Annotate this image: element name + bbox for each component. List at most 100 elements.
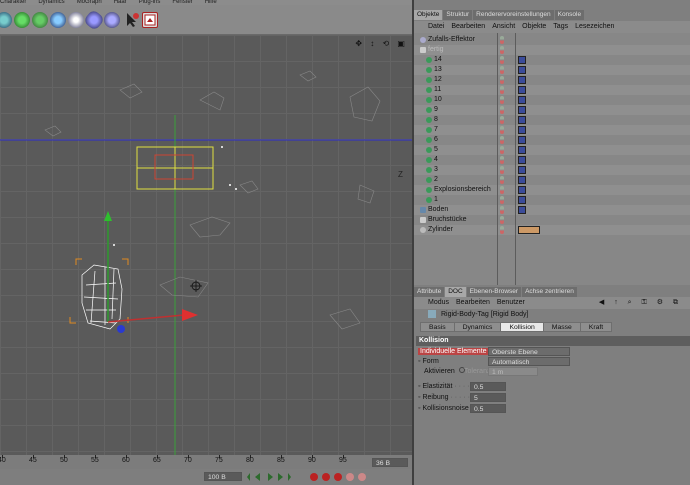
menu-item-modus[interactable]: Modus [428,299,449,306]
object-row[interactable]: 13 [414,65,690,75]
render-view-icon[interactable] [142,12,158,28]
tab-konsole[interactable]: Konsole [554,10,585,20]
object-row[interactable]: 1 [414,195,690,205]
rigid-body-tag-icon[interactable] [518,106,526,114]
timeline-ruler[interactable]: 40 45 50 55 60 65 70 75 80 85 90 95 [0,455,412,469]
visibility-dots-icon[interactable] [500,36,504,44]
menu-item-bearbeiten[interactable]: Bearbeiten [456,299,490,306]
menu-item-benutzer[interactable]: Benutzer [497,299,525,306]
visibility-dots-icon[interactable] [500,96,504,104]
visibility-dots-icon[interactable] [500,136,504,144]
tab-struktur[interactable]: Struktur [443,10,473,20]
subtab-masse[interactable]: Masse [542,322,581,332]
subtab-kraft[interactable]: Kraft [579,322,613,332]
elastizitaet-field[interactable]: 0.5 [470,382,506,391]
object-row[interactable]: 4 [414,155,690,165]
tab-achse-zentrieren[interactable]: Achse zentrieren [522,287,577,297]
object-row[interactable]: 9 [414,105,690,115]
rigid-body-tag-icon[interactable] [518,156,526,164]
object-row[interactable]: fertig [414,45,690,55]
object-row[interactable]: 12 [414,75,690,85]
rigid-body-tag-icon[interactable] [518,56,526,64]
visibility-dots-icon[interactable] [500,226,504,234]
menu-item-tags[interactable]: Tags [553,23,568,30]
reibung-field[interactable]: 5 [470,393,506,402]
visibility-dots-icon[interactable] [500,206,504,214]
tab-renderervoreinstellungen[interactable]: Renderervoreinstellungen [473,10,554,20]
frame-count-field[interactable]: 100 B [204,472,242,481]
scale-tool-icon[interactable] [32,12,48,28]
visibility-dots-icon[interactable] [500,216,504,224]
menu-item-ansicht[interactable]: Ansicht [492,23,515,30]
visibility-dots-icon[interactable] [500,116,504,124]
rigid-body-tag-icon[interactable] [518,66,526,74]
capsule-icon[interactable] [82,8,106,32]
tab-ebenen-browser[interactable]: Ebenen-Browser [466,287,522,297]
3d-viewport[interactable]: ✥ ↕ ⟲ ▣ Z [0,35,412,455]
visibility-dots-icon[interactable] [500,146,504,154]
rigid-body-tag-icon[interactable] [518,206,526,214]
move-tool-icon[interactable] [0,12,12,28]
tab-doc[interactable]: DOC [445,287,466,297]
rigid-body-tag-icon[interactable] [518,166,526,174]
rigid-body-tag-icon[interactable] [518,116,526,124]
object-row[interactable]: 2 [414,175,690,185]
object-row[interactable]: Zufalls-Effektor [414,35,690,45]
rigid-body-tag-icon[interactable] [518,136,526,144]
rigid-body-tag-icon[interactable] [518,196,526,204]
menu-item-objekte[interactable]: Objekte [522,23,546,30]
object-row[interactable]: 7 [414,125,690,135]
rigid-body-tag-icon[interactable] [518,176,526,184]
object-row[interactable]: Explosionsbereich [414,185,690,195]
rigid-body-tag-icon[interactable] [518,226,540,234]
object-row[interactable]: 10 [414,95,690,105]
rigid-body-tag-icon[interactable] [518,76,526,84]
visibility-dots-icon[interactable] [500,46,504,54]
menu-item-lesezeichen[interactable]: Lesezeichen [575,23,614,30]
individuelle-elemente-dropdown[interactable]: Oberste Ebene [488,347,570,356]
rotate-tool-icon[interactable] [14,12,30,28]
rigid-body-tag-icon[interactable] [518,86,526,94]
visibility-dots-icon[interactable] [500,66,504,74]
subtab-basis[interactable]: Basis [420,322,455,332]
object-row[interactable]: Boden [414,205,690,215]
subtab-kollision[interactable]: Kollision [500,322,544,332]
cloner-icon[interactable] [50,12,66,28]
rigid-body-tag-icon[interactable] [518,146,526,154]
visibility-dots-icon[interactable] [500,186,504,194]
playback-controls[interactable] [246,470,376,484]
rigid-body-tag-icon[interactable] [518,186,526,194]
viewport-nav-icons[interactable]: ✥ ↕ ⟲ ▣ [355,39,408,48]
cursor-select-icon[interactable] [124,12,140,28]
object-row[interactable]: 11 [414,85,690,95]
attribute-nav-icons[interactable]: ◀ ↑ ⌕ ⚿ ⚙ ⧉ [599,297,682,309]
visibility-dots-icon[interactable] [500,126,504,134]
visibility-dots-icon[interactable] [500,176,504,184]
menu-item-datei[interactable]: Datei [428,23,444,30]
object-list[interactable]: Zufalls-Effektor fertig 14 13 12 11 10 9 8 7 6 5 4 3 2… [414,33,690,285]
visibility-dots-icon[interactable] [500,166,504,174]
toleranz-field[interactable]: 1 m [488,367,538,376]
menu-item-bearbeiten[interactable]: Bearbeiten [451,23,485,30]
kollisionsnoise-field[interactable]: 0.5 [470,404,506,413]
tab-attribute[interactable]: Attribute [414,287,445,297]
effector-icon[interactable] [68,12,84,28]
object-row[interactable]: 3 [414,165,690,175]
object-row[interactable]: 14 [414,55,690,65]
subtab-dynamics[interactable]: Dynamics [453,322,502,332]
object-row[interactable]: 6 [414,135,690,145]
visibility-dots-icon[interactable] [500,56,504,64]
rigid-body-tag-icon[interactable] [518,126,526,134]
object-row[interactable]: Bruchstücke [414,215,690,225]
object-row[interactable]: 8 [414,115,690,125]
current-frame-field[interactable]: 36 B [372,458,408,467]
sphere-icon[interactable] [104,12,120,28]
visibility-dots-icon[interactable] [500,106,504,114]
object-row[interactable]: 5 [414,145,690,155]
tab-objekte[interactable]: Objekte [414,10,443,20]
visibility-dots-icon[interactable] [500,86,504,94]
object-row[interactable]: Zylinder [414,225,690,235]
rigid-body-tag-icon[interactable] [518,96,526,104]
form-dropdown[interactable]: Automatisch [488,357,570,366]
visibility-dots-icon[interactable] [500,156,504,164]
